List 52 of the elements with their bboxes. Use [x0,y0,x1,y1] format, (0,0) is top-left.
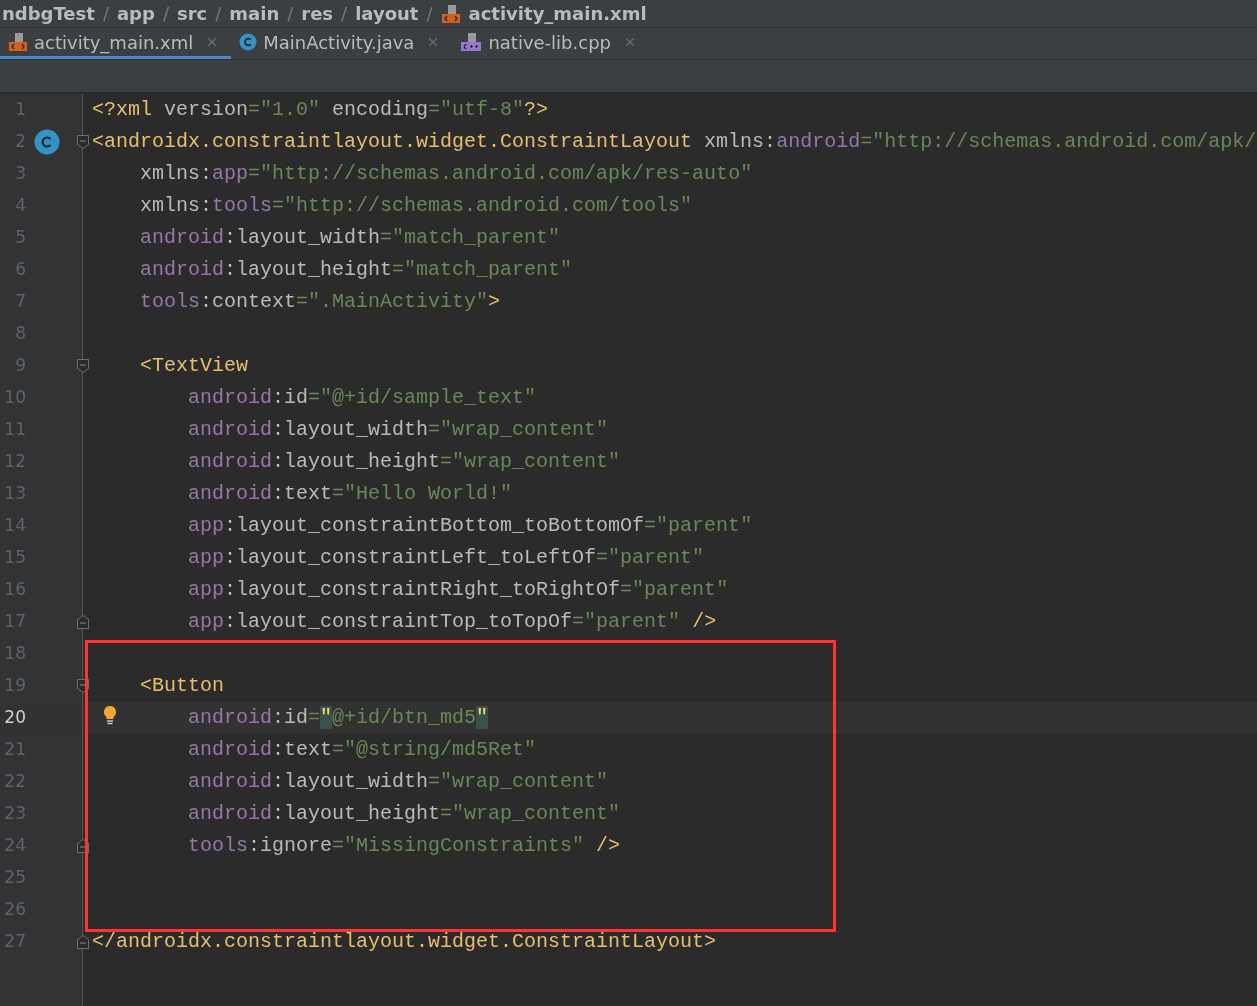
class-icon[interactable] [34,129,60,155]
fold-marker-icon[interactable] [76,134,90,150]
breadcrumb-item[interactable]: res [301,0,334,27]
fold-marker-icon[interactable] [76,678,90,694]
code-line: android:layout_width="wrap_content" [187,418,609,441]
breadcrumb-separator: / [162,2,169,26]
cpp-file-icon [460,32,483,52]
breadcrumb-separator: / [341,2,348,26]
fold-marker-icon[interactable] [76,838,90,854]
code-line: <?xml version="1.0" encoding="utf-8"?> [92,98,549,121]
breadcrumb-separator: / [287,2,294,26]
fold-marker-icon[interactable] [76,934,90,950]
code-line: tools:ignore="MissingConstraints" /> [187,834,621,857]
line-number: 20 [4,706,26,730]
code-line: app:layout_constraintLeft_toLeftOf="parent" [187,546,705,569]
code-line: <androidx.constraintlayout.widget.ConstraintLayout xmlns:android="http://schemas.android.com/apk/ [92,130,1257,153]
code-line: android:layout_height="match_parent" [139,258,573,281]
code-line: android:layout_width="match_parent" [139,226,561,249]
breadcrumb-item[interactable]: app [116,0,155,27]
fold-marker-icon[interactable] [76,358,90,374]
breadcrumb-item[interactable]: src [176,0,208,27]
code-line: </androidx.constraintlayout.widget.ConstraintLayout> [92,930,717,953]
code-line: android:text="Hello World!" [187,482,513,505]
close-icon[interactable] [623,35,637,49]
code-line: <TextView [139,354,249,377]
code-line: android:layout_height="wrap_content" [187,450,621,473]
fold-marker-icon[interactable] [76,614,90,630]
xml-file-icon [440,3,461,24]
class-file-icon [239,33,258,51]
breadcrumb-item[interactable]: ndbgTest [2,0,95,27]
breadcrumb-separator: / [426,2,433,26]
xml-file-icon [8,32,28,52]
code-line: xmlns:app="http://schemas.android.com/apk/res-auto" [139,162,753,185]
code-line: <Button [139,674,225,697]
code-line: app:layout_constraintTop_toTopOf="parent" /> [187,610,717,633]
breadcrumb-item[interactable]: main [229,0,280,27]
code-line: tools:context=".MainActivity"> [139,290,501,313]
code-line: xmlns:tools="http://schemas.android.com/tools" [139,194,693,217]
breadcrumb-item[interactable]: activity_main.xml [468,0,647,27]
code-line: android:text="@string/md5Ret" [187,738,537,761]
code-line: app:layout_constraintRight_toRightOf="parent" [187,578,729,601]
breadcrumb-item[interactable]: layout [355,0,419,27]
code-line: android:layout_height="wrap_content" [187,802,621,825]
breadcrumb-separator: / [215,2,222,26]
editor-tab[interactable]: MainActivity.java [231,28,453,59]
code-line: android:id="@+id/btn_md5" [187,706,489,729]
code-line: app:layout_constraintBottom_toBottomOf="parent" [187,514,753,537]
breadcrumb-separator: / [102,2,109,26]
code-line: android:id="@+id/sample_text" [187,386,537,409]
editor-tab[interactable]: native-lib.cpp [452,28,649,59]
code-line: android:layout_width="wrap_content" [187,770,609,793]
lightbulb-icon[interactable] [102,705,118,725]
